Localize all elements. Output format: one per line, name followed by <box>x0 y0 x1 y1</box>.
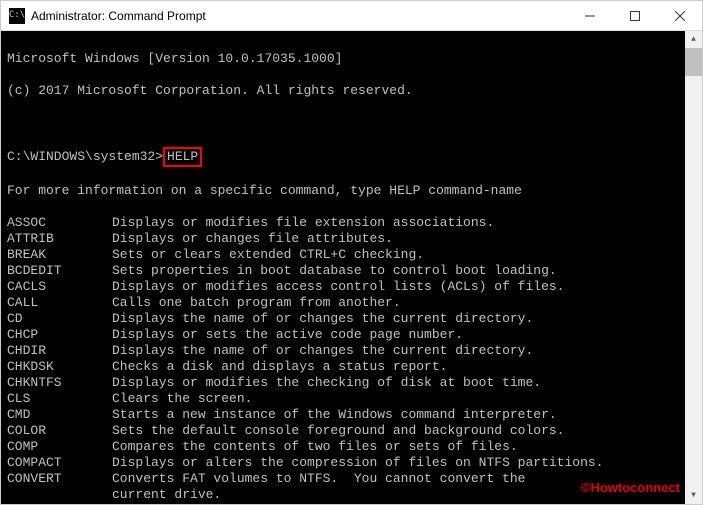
command-description: Sets the default console foreground and … <box>112 423 564 438</box>
command-name: CACLS <box>7 279 112 295</box>
minimize-button[interactable] <box>567 1 612 30</box>
command-description: Copies one or more files to another loca… <box>112 503 463 504</box>
command-name: COMP <box>7 439 112 455</box>
command-row: BREAKSets or clears extended CTRL+C chec… <box>7 247 679 263</box>
command-name: COPY <box>7 503 112 504</box>
command-name: CMD <box>7 407 112 423</box>
scrollbar-thumb[interactable] <box>685 48 702 76</box>
app-icon: C:\ <box>9 8 25 24</box>
command-name: CD <box>7 311 112 327</box>
command-description: Clears the screen. <box>112 391 252 406</box>
command-name: CONVERT <box>7 471 112 487</box>
command-name: CALL <box>7 295 112 311</box>
minimize-icon <box>585 11 595 21</box>
header-line-1: Microsoft Windows [Version 10.0.17035.10… <box>7 51 679 67</box>
commands-list: ASSOCDisplays or modifies file extension… <box>7 215 679 504</box>
close-icon <box>675 11 685 21</box>
command-row: CHCPDisplays or sets the active code pag… <box>7 327 679 343</box>
command-row: CDDisplays the name of or changes the cu… <box>7 311 679 327</box>
command-row: ATTRIBDisplays or changes file attribute… <box>7 231 679 247</box>
command-description: Displays or modifies access control list… <box>112 279 564 294</box>
scrollbar-track[interactable] <box>685 31 702 504</box>
command-row: CONVERTConverts FAT volumes to NTFS. You… <box>7 471 679 487</box>
command-name: ATTRIB <box>7 231 112 247</box>
header-line-2: (c) 2017 Microsoft Corporation. All righ… <box>7 83 679 99</box>
app-icon-glyph: C:\ <box>9 11 25 20</box>
command-name: ASSOC <box>7 215 112 231</box>
command-description-continuation: current drive. <box>7 487 679 503</box>
command-row: COMPCompares the contents of two files o… <box>7 439 679 455</box>
command-name: CHKDSK <box>7 359 112 375</box>
command-row: CALLCalls one batch program from another… <box>7 295 679 311</box>
command-name: COLOR <box>7 423 112 439</box>
command-name: COMPACT <box>7 455 112 471</box>
command-description: Starts a new instance of the Windows com… <box>112 407 557 422</box>
blank-line <box>7 115 679 131</box>
command-name: CLS <box>7 391 112 407</box>
command-description: Checks a disk and displays a status repo… <box>112 359 447 374</box>
command-row: CHKDSKChecks a disk and displays a statu… <box>7 359 679 375</box>
command-description: Displays or alters the compression of fi… <box>112 455 603 470</box>
maximize-button[interactable] <box>612 1 657 30</box>
command-row: CMDStarts a new instance of the Windows … <box>7 407 679 423</box>
command-row: CLSClears the screen. <box>7 391 679 407</box>
command-row: BCDEDITSets properties in boot database … <box>7 263 679 279</box>
command-row: COLORSets the default console foreground… <box>7 423 679 439</box>
prompt-line: C:\WINDOWS\system32>HELP <box>7 147 679 167</box>
command-description: Displays or modifies the checking of dis… <box>112 375 541 390</box>
command-row: ASSOCDisplays or modifies file extension… <box>7 215 679 231</box>
command-name: CHDIR <box>7 343 112 359</box>
command-name: BCDEDIT <box>7 263 112 279</box>
maximize-icon <box>630 11 640 21</box>
scroll-down-button[interactable]: ▼ <box>685 487 702 504</box>
command-description: Displays or sets the active code page nu… <box>112 327 463 342</box>
watermark-text: ©Howtoconnect <box>581 480 680 496</box>
command-description: Sets or clears extended CTRL+C checking. <box>112 247 424 262</box>
close-button[interactable] <box>657 1 702 30</box>
command-name: BREAK <box>7 247 112 263</box>
command-description: Displays or modifies file extension asso… <box>112 215 494 230</box>
terminal-content: Microsoft Windows [Version 10.0.17035.10… <box>1 31 685 504</box>
command-description: Sets properties in boot database to cont… <box>112 263 557 278</box>
command-description: Calls one batch program from another. <box>112 295 401 310</box>
prompt-command-highlighted: HELP <box>163 147 202 167</box>
prompt-path: C:\WINDOWS\system32> <box>7 149 163 164</box>
command-name: CHCP <box>7 327 112 343</box>
command-row: CHKNTFSDisplays or modifies the checking… <box>7 375 679 391</box>
window-frame: C:\ Administrator: Command Prompt Micros… <box>0 0 703 505</box>
command-name: CHKNTFS <box>7 375 112 391</box>
window-controls <box>567 1 702 30</box>
vertical-scrollbar[interactable]: ▲ ▼ <box>685 31 702 504</box>
command-row: CHDIRDisplays the name of or changes the… <box>7 343 679 359</box>
terminal-area[interactable]: Microsoft Windows [Version 10.0.17035.10… <box>1 31 702 504</box>
command-description: Converts FAT volumes to NTFS. You cannot… <box>112 471 525 486</box>
command-row: CACLSDisplays or modifies access control… <box>7 279 679 295</box>
command-description: Displays or changes file attributes. <box>112 231 393 246</box>
window-title: Administrator: Command Prompt <box>31 8 567 24</box>
command-row: COPYCopies one or more files to another … <box>7 503 679 504</box>
command-description: Displays the name of or changes the curr… <box>112 343 533 358</box>
help-info-line: For more information on a specific comma… <box>7 183 679 199</box>
command-description: Displays the name of or changes the curr… <box>112 311 533 326</box>
titlebar[interactable]: C:\ Administrator: Command Prompt <box>1 1 702 31</box>
command-row: COMPACTDisplays or alters the compressio… <box>7 455 679 471</box>
command-description: Compares the contents of two files or se… <box>112 439 518 454</box>
